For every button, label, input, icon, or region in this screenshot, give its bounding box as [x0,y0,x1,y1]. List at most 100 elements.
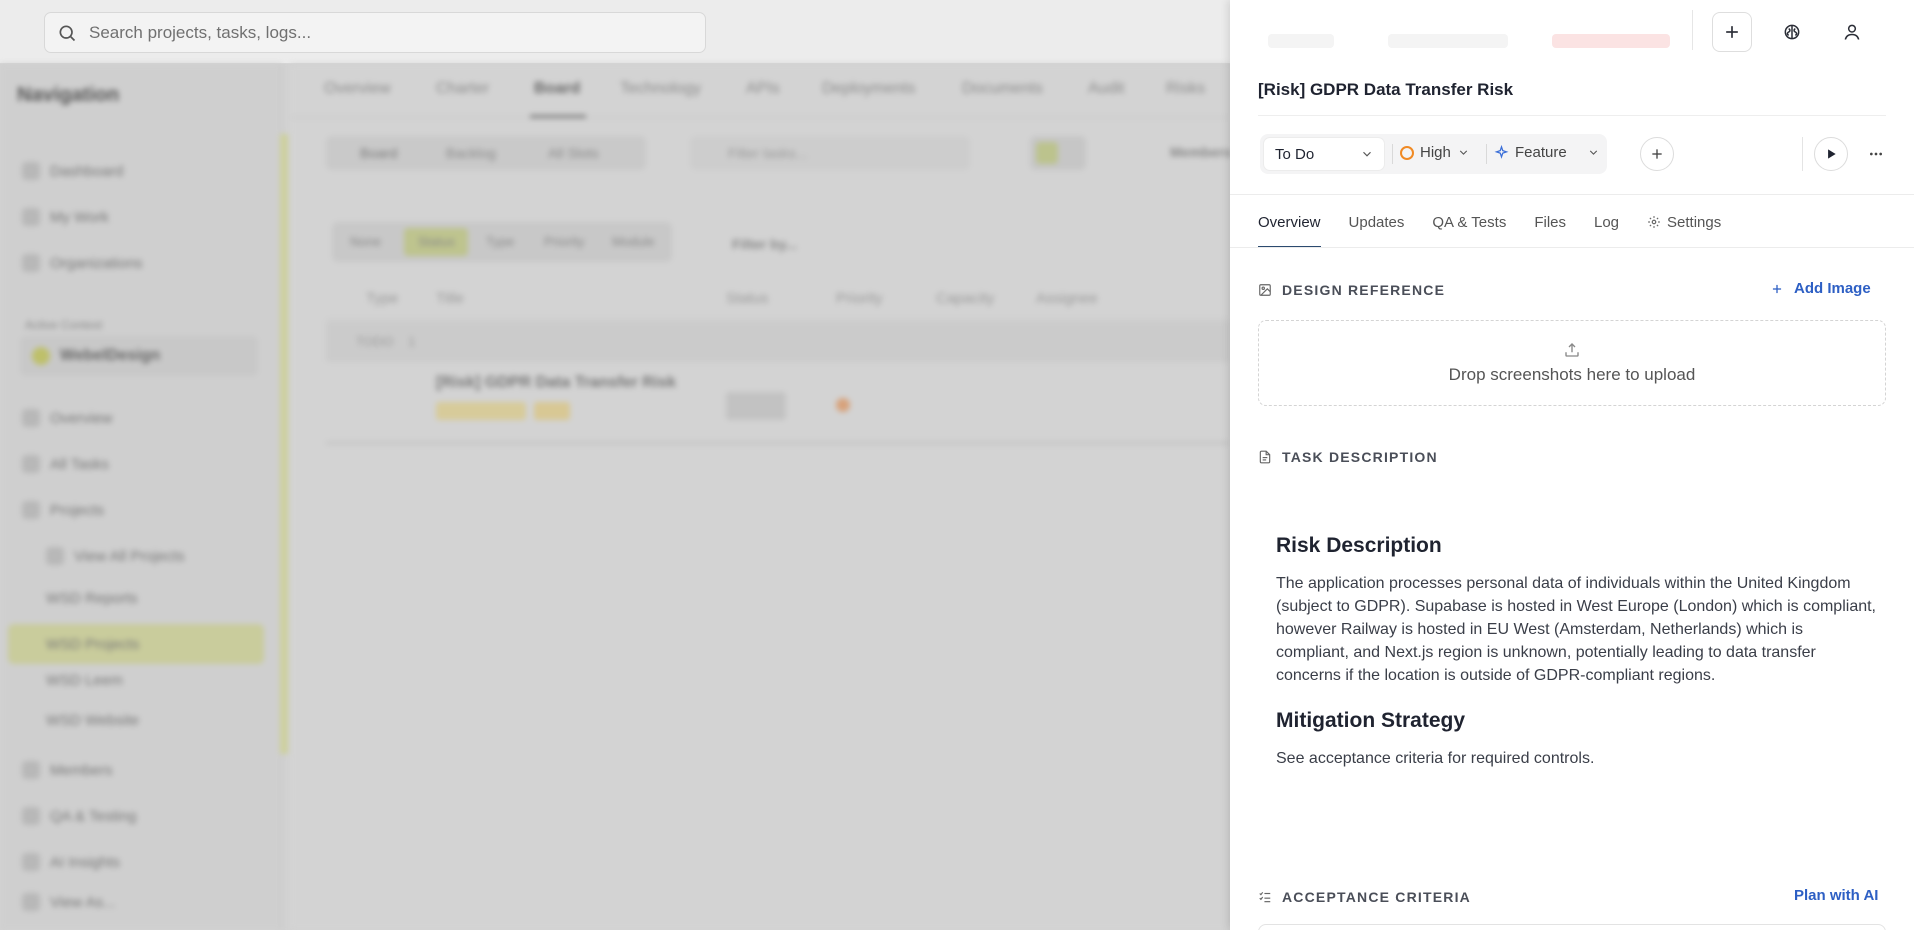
task-title[interactable]: [Risk] GDPR Data Transfer Risk [1258,80,1513,100]
sidebar-item-members[interactable]: Members [22,758,113,782]
sidebar-item-wsd-website[interactable]: WSD Website [46,708,139,732]
screenshot-dropzone[interactable]: Drop screenshots here to upload [1258,320,1886,406]
tab-risks[interactable]: Risks [1166,80,1205,98]
property-separator [1392,144,1393,164]
upload-icon [1565,343,1579,357]
plus-icon [1652,149,1662,159]
risk-description-text: The application processes personal data … [1276,575,1876,684]
start-task-button[interactable] [1814,137,1848,171]
grid-view-icon [1036,142,1058,164]
tab-apis[interactable]: APIs [746,80,780,98]
tab-settings[interactable]: Settings [1647,196,1721,248]
sidebar-item-organizations[interactable]: Organizations [22,251,143,275]
sidebar-item-projects[interactable]: Projects [22,498,104,522]
status-select[interactable]: To Do [1264,138,1384,170]
create-button[interactable] [1712,12,1752,52]
tab-overview[interactable]: Overview [324,80,391,98]
panel-top-bar [1230,0,1914,64]
brain-icon [1784,24,1800,40]
overview-icon [22,409,40,427]
user-menu-button[interactable] [1832,12,1872,52]
tab-technology[interactable]: Technology [620,80,701,98]
plan-with-ai-button[interactable]: Plan with AI [1794,887,1878,904]
sidebar-item-all-tasks[interactable]: All Tasks [22,452,109,476]
acceptance-criteria-heading: ACCEPTANCE CRITERIA [1258,889,1471,905]
sidebar-item-qa[interactable]: QA & Testing [22,804,136,828]
play-icon [1828,149,1836,159]
tab-overview[interactable]: Overview [1258,196,1321,248]
header-divider [1692,10,1693,50]
faded-header-item [1268,34,1334,48]
tab-audit[interactable]: Audit [1088,80,1124,98]
task-detail-panel: [Risk] GDPR Data Transfer Risk To Do Hig… [1230,0,1914,930]
row-status-badge [726,392,786,420]
chevron-down-icon [1459,150,1467,155]
sidebar-item-overview[interactable]: Overview [22,406,113,430]
project-main: Overview Charter Board Technology APIs D… [290,64,1232,930]
blurred-workspace: Navigation Dashboard My Work Organizatio… [0,64,1232,930]
search-input[interactable] [89,22,649,43]
more-horizontal-icon [1870,152,1882,156]
checklist-icon [1259,891,1271,903]
members-label: Members [1170,144,1232,160]
sidebar-item-view-as[interactable]: View As... [22,890,116,914]
mitigation-strategy-text: See acceptance criteria for required con… [1276,750,1595,767]
tab-charter[interactable]: Charter [436,80,489,98]
tab-updates[interactable]: Updates [1349,196,1405,248]
view-mode-toggle[interactable]: Board Backlog All Slots [326,136,646,170]
sidebar-item-ai-insights[interactable]: AI Insights [22,850,120,874]
members-icon [22,761,40,779]
project-tabs: Overview Charter Board Technology APIs D… [290,64,1230,118]
tab-log[interactable]: Log [1594,196,1619,248]
type-select[interactable]: Feature [1494,144,1600,161]
task-description-heading: TASK DESCRIPTION [1258,449,1438,465]
property-separator [1486,144,1487,164]
add-image-button[interactable]: Add Image [1770,280,1871,297]
context-label: Active Context [25,318,103,332]
detail-tabs: Overview Updates QA & Tests Files Log Se… [1258,196,1749,248]
table-row[interactable]: [Risk] GDPR Data Transfer Risk [326,362,1230,444]
my-work-icon [22,208,40,226]
tab-board[interactable]: Board [534,80,580,98]
tag-legal [534,402,570,420]
tab-files[interactable]: Files [1534,196,1566,248]
tag-uncategorized [436,402,526,420]
filter-by-button[interactable]: Filter by... [732,236,797,252]
context-avatar-icon [32,347,50,365]
gear-icon [1648,216,1660,228]
organizations-icon [22,254,40,272]
sidebar-title: Navigation [17,84,120,106]
sidebar-item-dashboard[interactable]: Dashboard [22,159,123,183]
row-priority-icon [836,398,850,412]
sidebar-item-my-work[interactable]: My Work [22,205,109,229]
add-property-button[interactable] [1640,137,1674,171]
tasks-icon [22,455,40,473]
global-search[interactable] [44,12,706,53]
faded-header-item [1388,34,1508,48]
more-options-button[interactable] [1862,140,1890,168]
tabs-bottom-divider [1230,247,1914,248]
ai-brain-button[interactable] [1772,12,1812,52]
sidebar-item-view-all-projects[interactable]: View All Projects [46,544,185,568]
tab-qa-tests[interactable]: QA & Tests [1432,196,1506,248]
acceptance-criteria-box [1258,924,1886,930]
task-properties-bar: To Do High Feature [1260,134,1607,174]
group-by-chips[interactable]: None Status Type Priority Module [332,222,672,262]
group-row-todo[interactable]: TODO 1 [326,322,1230,362]
layout-toggle[interactable] [1030,136,1086,170]
context-selector[interactable]: WebelDesign [20,336,258,376]
risk-description-title: Risk Description [1276,534,1442,557]
sparkle-icon [1494,145,1509,159]
task-description-body[interactable]: Risk Description The application process… [1276,534,1876,792]
user-icon [1844,24,1860,40]
dashboard-icon [22,162,40,180]
search-icon [59,25,76,41]
plus-icon [1772,284,1782,293]
filter-tasks-input[interactable]: Filter tasks... [690,136,970,170]
tab-deployments[interactable]: Deployments [822,80,915,98]
sidebar-item-wsd-projects[interactable]: WSD Projects [46,632,139,656]
sidebar-item-wsd-leem[interactable]: WSD Leem [46,668,123,692]
tab-documents[interactable]: Documents [962,80,1043,98]
priority-select[interactable]: High [1400,144,1470,161]
sidebar-item-wsd-reports[interactable]: WSD Reports [46,586,138,610]
